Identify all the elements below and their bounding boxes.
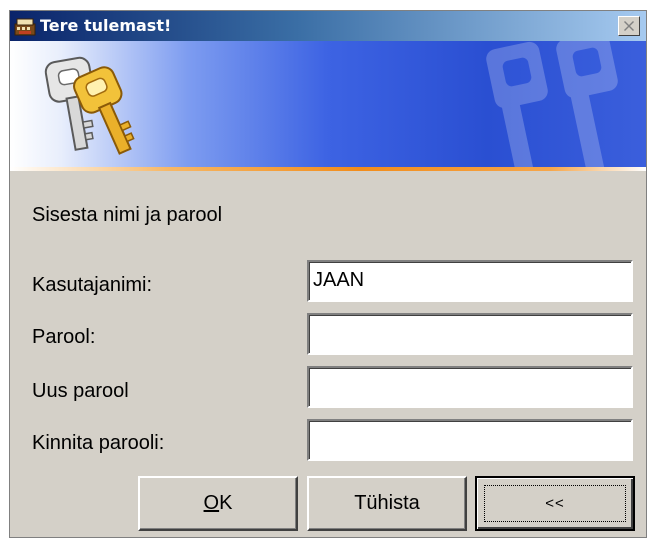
confirm-password-field[interactable]: [307, 419, 633, 461]
title-bar[interactable]: Tere tulemast!: [10, 11, 646, 41]
login-dialog: Tere tulemast! Sisesta nimi ja parool Ka…: [9, 10, 647, 538]
keys-watermark-icon: [486, 41, 618, 167]
collapse-button[interactable]: <<: [475, 476, 635, 531]
cancel-button[interactable]: Tühista: [307, 476, 467, 531]
collapse-button-label: <<: [545, 495, 565, 512]
banner-accent-line: [10, 167, 646, 171]
ok-button-label: OK: [203, 492, 233, 514]
app-icon: [14, 18, 36, 36]
password-field[interactable]: [307, 313, 633, 355]
new-password-label: Uus parool: [32, 380, 129, 402]
close-icon: [624, 21, 634, 31]
form-prompt: Sisesta nimi ja parool: [32, 204, 223, 226]
cancel-button-label: Tühista: [354, 492, 420, 514]
header-banner: [10, 41, 646, 167]
window-title: Tere tulemast!: [40, 16, 172, 35]
confirm-password-label: Kinnita parooli:: [32, 432, 165, 454]
close-button[interactable]: [618, 16, 640, 36]
password-label: Parool:: [32, 326, 96, 348]
new-password-field[interactable]: [307, 366, 633, 408]
keys-icon: [44, 56, 135, 155]
username-label: Kasutajanimi:: [32, 274, 153, 296]
username-field[interactable]: JAAN: [307, 260, 633, 302]
ok-button[interactable]: OK: [138, 476, 298, 531]
